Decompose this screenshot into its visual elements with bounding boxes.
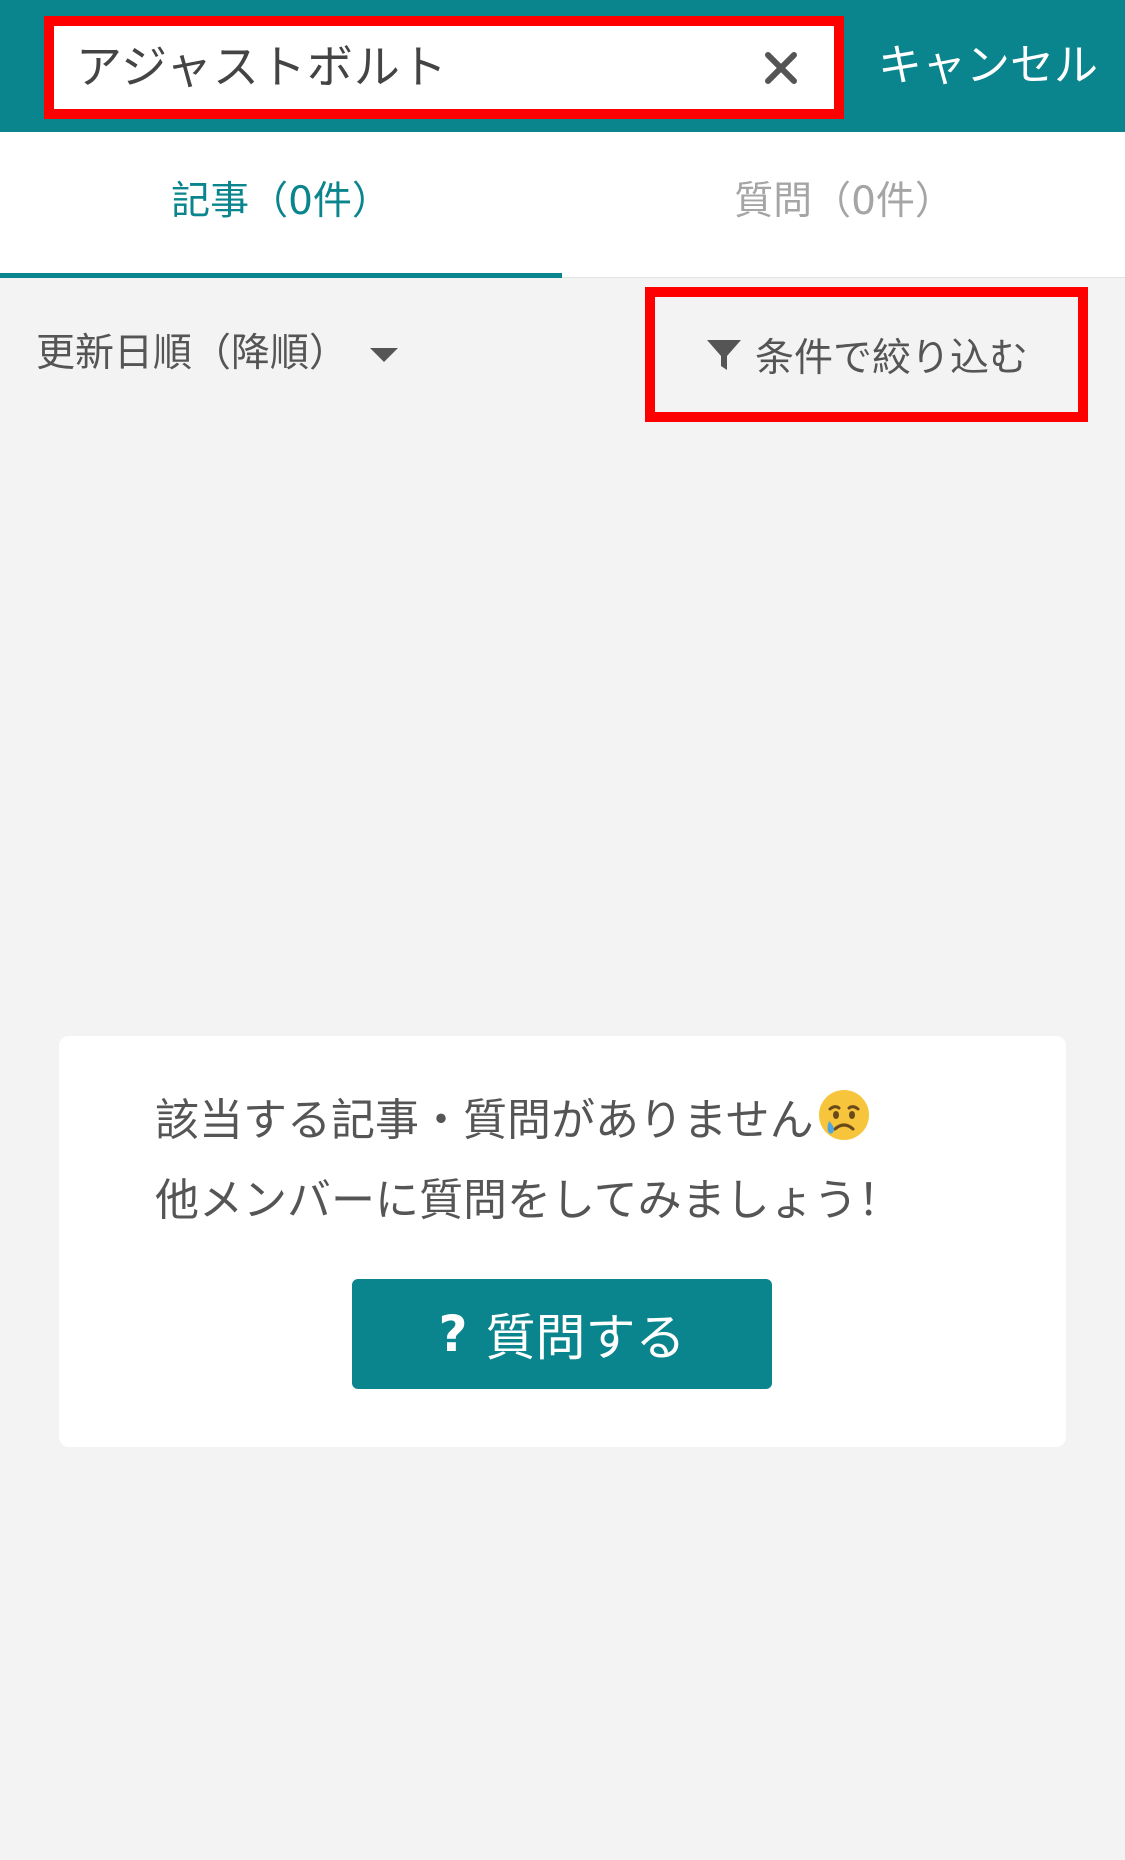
crying-face-icon <box>818 1090 869 1140</box>
close-icon[interactable] <box>756 26 806 109</box>
search-query[interactable]: アジャストボルト <box>76 26 448 109</box>
filter-button[interactable]: 条件で絞り込む <box>645 287 1088 422</box>
empty-state-card: 該当する記事・質問がありません 他メンバーに質問をしてみましょう！ ? 質問する <box>59 1036 1066 1447</box>
sort-dropdown[interactable]: 更新日順（降順） <box>36 318 399 390</box>
filter-icon <box>706 339 741 370</box>
ask-question-label: 質問する <box>485 1309 686 1367</box>
filter-label: 条件で絞り込む <box>754 335 1028 381</box>
empty-message-line1: 該当する記事・質問がありません <box>155 1084 872 1148</box>
chevron-down-icon <box>370 348 399 362</box>
top-bar: アジャストボルト キャンセル <box>0 0 1125 132</box>
tab-questions[interactable]: 質問（0件） <box>563 132 1125 278</box>
question-icon: ? <box>438 1305 468 1363</box>
sort-label: 更新日順（降順） <box>36 331 349 376</box>
ask-question-button[interactable]: ? 質問する <box>352 1279 772 1389</box>
active-tab-indicator <box>0 273 562 278</box>
search-input[interactable]: アジャストボルト <box>44 16 844 119</box>
empty-message-text1: 該当する記事・質問がありません <box>155 1095 814 1146</box>
tab-articles[interactable]: 記事（0件） <box>0 132 562 278</box>
cancel-button[interactable]: キャンセル <box>868 0 1108 132</box>
tab-bar: 記事（0件） 質問（0件） <box>0 132 1125 278</box>
empty-message-line2: 他メンバーに質問をしてみましょう！ <box>155 1175 902 1226</box>
